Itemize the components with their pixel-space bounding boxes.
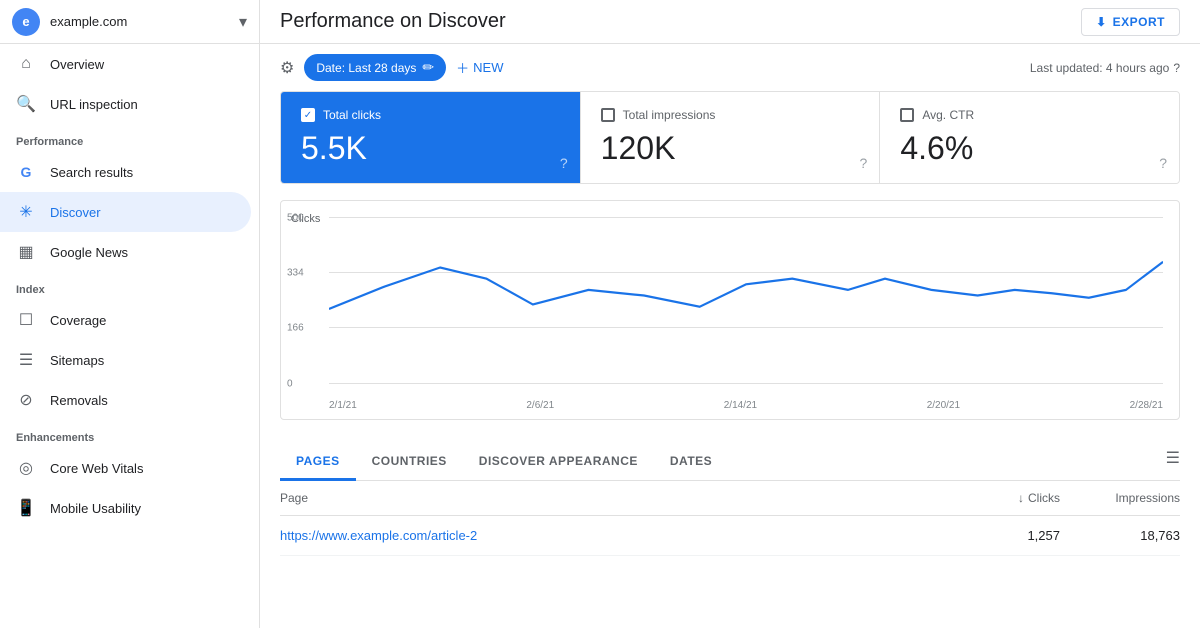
news-icon: ▦	[16, 242, 36, 262]
sort-icon[interactable]: ☰	[1166, 448, 1180, 476]
sidebar-item-google-news[interactable]: ▦ Google News	[0, 232, 251, 272]
tab-pages[interactable]: PAGES	[280, 444, 356, 481]
y-label-500: 500	[287, 213, 304, 224]
removals-icon: ⊘	[16, 390, 36, 410]
row-page: https://www.example.com/article-2	[280, 528, 940, 543]
app-icon: e	[12, 8, 40, 36]
y-label-334: 334	[287, 267, 304, 278]
home-icon: ⌂	[16, 54, 36, 74]
row-impressions: 18,763	[1060, 528, 1180, 543]
table-area: Page ↓ Clicks Impressions https://www.ex…	[280, 481, 1180, 556]
metric-ctr-value: 4.6%	[900, 130, 1159, 167]
metric-avg-ctr[interactable]: Avg. CTR 4.6% ?	[880, 92, 1179, 183]
sort-clicks-icon[interactable]: ↓	[1018, 491, 1024, 505]
chart-area: Clicks 500 334 166 0	[280, 200, 1180, 420]
metric-ctr-header: Avg. CTR	[900, 108, 1159, 122]
page-link[interactable]: https://www.example.com/article-2	[280, 528, 477, 543]
enhancements-section-label: Enhancements	[0, 420, 259, 448]
coverage-icon: ☐	[16, 310, 36, 330]
tab-discover-appearance[interactable]: DISCOVER APPEARANCE	[463, 444, 654, 481]
discover-icon: ✳	[16, 202, 36, 222]
cwv-icon: ◎	[16, 458, 36, 478]
x-label-4: 2/20/21	[927, 400, 960, 411]
metric-clicks-value: 5.5K	[301, 130, 560, 167]
domain-label: example.com	[50, 14, 239, 29]
edit-date-icon[interactable]: ✏	[422, 59, 434, 76]
last-updated-text: Last updated: 4 hours ago ?	[1030, 61, 1180, 75]
main-content: Performance on Discover ⬇ EXPORT ⚙ Date:…	[260, 0, 1200, 628]
x-label-5: 2/28/21	[1130, 400, 1163, 411]
sidebar-item-mobile-usability[interactable]: 📱 Mobile Usability	[0, 488, 251, 528]
index-section-label: Index	[0, 272, 259, 300]
main-header: Performance on Discover ⬇ EXPORT	[260, 0, 1200, 44]
export-icon: ⬇	[1096, 15, 1107, 29]
sidebar-item-sitemaps[interactable]: ☰ Sitemaps	[0, 340, 251, 380]
sidebar-header[interactable]: e example.com ▾	[0, 0, 259, 44]
table-header: Page ↓ Clicks Impressions	[280, 481, 1180, 516]
table-row: https://www.example.com/article-2 1,257 …	[280, 516, 1180, 556]
filter-icon[interactable]: ⚙	[280, 58, 294, 78]
col-header-impressions: Impressions	[1060, 491, 1180, 505]
plus-icon: ＋	[456, 58, 469, 77]
dropdown-icon[interactable]: ▾	[239, 12, 247, 32]
chart-svg	[329, 217, 1163, 383]
tabs-row: PAGES COUNTRIES DISCOVER APPEARANCE DATE…	[280, 436, 1180, 481]
metric-impressions-value: 120K	[601, 130, 860, 167]
metric-clicks-help-icon[interactable]: ?	[560, 155, 568, 171]
col-header-page: Page	[280, 491, 940, 505]
performance-section-label: Performance	[0, 124, 259, 152]
row-clicks: 1,257	[940, 528, 1060, 543]
help-icon[interactable]: ?	[1173, 61, 1180, 75]
metric-total-impressions[interactable]: Total impressions 120K ?	[581, 92, 881, 183]
sidebar-item-overview[interactable]: ⌂ Overview	[0, 44, 251, 84]
sidebar: e example.com ▾ ⌂ Overview 🔍 URL inspect…	[0, 0, 260, 628]
metric-impressions-checkbox[interactable]	[601, 108, 615, 122]
export-button[interactable]: ⬇ EXPORT	[1081, 8, 1180, 36]
new-filter-button[interactable]: ＋ NEW	[456, 58, 503, 77]
search-icon: 🔍	[16, 94, 36, 114]
grid-line-0: 0	[329, 383, 1163, 384]
chart-line	[329, 262, 1163, 309]
metric-clicks-checkbox[interactable]: ✓	[301, 108, 315, 122]
tab-dates[interactable]: DATES	[654, 444, 728, 481]
metrics-row: ✓ Total clicks 5.5K ? Total impressions …	[280, 91, 1180, 184]
y-label-166: 166	[287, 322, 304, 333]
sidebar-item-discover[interactable]: ✳ Discover	[0, 192, 251, 232]
x-label-3: 2/14/21	[724, 400, 757, 411]
metric-ctr-help-icon[interactable]: ?	[1159, 155, 1167, 171]
sidebar-nav: ⌂ Overview 🔍 URL inspection	[0, 44, 259, 124]
mobile-icon: 📱	[16, 498, 36, 518]
filter-bar: ⚙ Date: Last 28 days ✏ ＋ NEW Last update…	[260, 44, 1200, 91]
date-filter-pill[interactable]: Date: Last 28 days ✏	[304, 54, 446, 81]
sitemaps-icon: ☰	[16, 350, 36, 370]
x-axis-labels: 2/1/21 2/6/21 2/14/21 2/20/21 2/28/21	[329, 400, 1163, 411]
sidebar-item-core-web-vitals[interactable]: ◎ Core Web Vitals	[0, 448, 251, 488]
metric-clicks-header: ✓ Total clicks	[301, 108, 560, 122]
page-title: Performance on Discover	[280, 10, 506, 33]
sidebar-item-coverage[interactable]: ☐ Coverage	[0, 300, 251, 340]
metric-impressions-header: Total impressions	[601, 108, 860, 122]
x-label-2: 2/6/21	[526, 400, 554, 411]
chart-inner: 500 334 166 0 2/1/21 2/6/21	[329, 217, 1163, 383]
metric-ctr-checkbox[interactable]	[900, 108, 914, 122]
sidebar-item-url-inspection[interactable]: 🔍 URL inspection	[0, 84, 251, 124]
tab-countries[interactable]: COUNTRIES	[356, 444, 463, 481]
google-icon: G	[16, 162, 36, 182]
sidebar-item-removals[interactable]: ⊘ Removals	[0, 380, 251, 420]
y-label-0: 0	[287, 379, 293, 390]
sidebar-item-search-results[interactable]: G Search results	[0, 152, 251, 192]
metric-impressions-help-icon[interactable]: ?	[860, 155, 868, 171]
metric-total-clicks[interactable]: ✓ Total clicks 5.5K ?	[281, 92, 581, 183]
col-header-clicks: ↓ Clicks	[940, 491, 1060, 505]
x-label-1: 2/1/21	[329, 400, 357, 411]
